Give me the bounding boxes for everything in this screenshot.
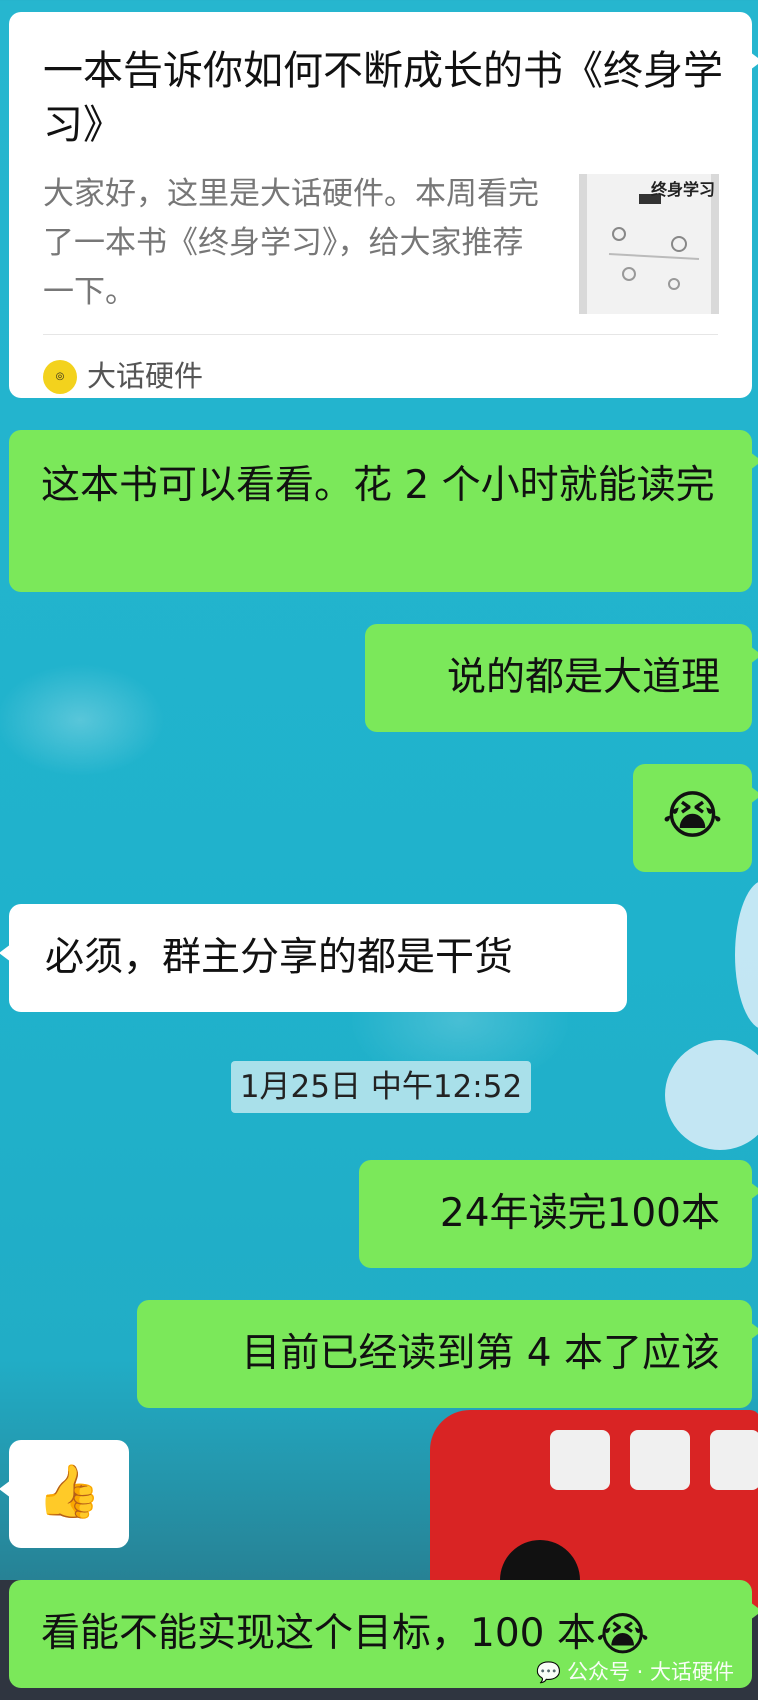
message-bubble-outgoing[interactable]: 这本书可以看看。花 2 个小时就能读完 [9, 430, 758, 592]
article-thumbnail: 终身学习 [579, 174, 719, 314]
message-text: 必须，群主分享的都是干货 [45, 935, 514, 980]
message-text: 说的都是大道理 [446, 655, 720, 700]
message-bubble-outgoing[interactable]: 24年读完100本 [359, 1160, 758, 1268]
background-cloud [735, 880, 758, 1030]
crying-laughing-emoji-icon: 😭 [662, 786, 723, 846]
watermark: 💬 公众号 · 大话硬件 [536, 1656, 734, 1686]
timestamp-label: 1月25日 中午12:52 [231, 1061, 531, 1113]
source-name: 大话硬件 [87, 359, 204, 393]
background-cloud [665, 1040, 758, 1150]
source-logo-icon: ◎ [43, 360, 77, 394]
background-truck-window [550, 1430, 610, 1490]
message-bubble-incoming[interactable]: 必须，群主分享的都是干货 [0, 904, 627, 1012]
message-text: 目前已经读到第 4 本了应该 [241, 1331, 720, 1376]
background-truck-window [710, 1430, 758, 1490]
thumbs-up-emoji-icon: 👍 [36, 1462, 102, 1522]
article-description: 大家好，这里是大话硬件。本周看完了一本书《终身学习》，给大家推荐一下。 [43, 176, 539, 310]
card-divider [43, 334, 718, 335]
message-text: 这本书可以看看。花 2 个小时就能读完 [41, 463, 715, 508]
message-text: 看能不能实现这个目标，100 本 [41, 1611, 596, 1656]
shared-article-card[interactable]: 一本告诉你如何不断成长的书《终身学习》 大家好，这里是大话硬件。本周看完了一本书… [9, 12, 758, 398]
message-bubble-outgoing[interactable]: 说的都是大道理 [365, 624, 758, 732]
message-text: 24年读完100本 [439, 1191, 720, 1236]
article-title: 一本告诉你如何不断成长的书《终身学习》 [43, 48, 723, 148]
message-bubble-incoming[interactable]: 👍 [0, 1440, 129, 1548]
message-bubble-outgoing[interactable]: 目前已经读到第 4 本了应该 [137, 1300, 758, 1408]
wechat-icon: 💬 [536, 1660, 561, 1684]
thumbnail-title: 终身学习 [650, 180, 715, 199]
message-bubble-outgoing[interactable]: 😭 [633, 764, 758, 872]
background-truck-window [630, 1430, 690, 1490]
crying-laughing-emoji-icon: 😭 [595, 1607, 650, 1661]
watermark-text: 公众号 · 大话硬件 [566, 1660, 734, 1684]
